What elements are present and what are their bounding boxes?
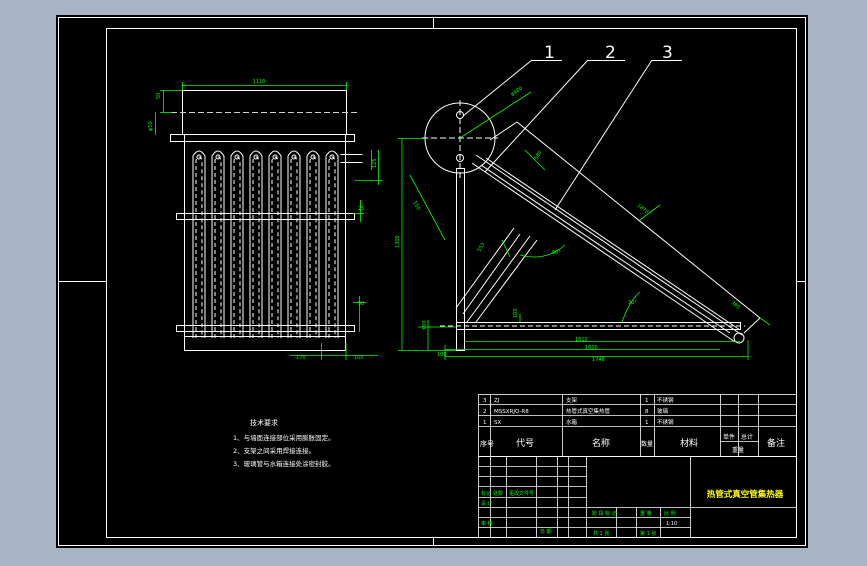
bom-header-total: 总计 bbox=[741, 433, 753, 441]
dim-right-c: 50 bbox=[358, 301, 364, 307]
dim-bottom-b: 100 bbox=[354, 355, 364, 361]
drawing-title: 热管式真空管集热器 bbox=[707, 489, 784, 500]
bom-cell-qty: 8 bbox=[645, 409, 649, 415]
bom-cell-qty: 1 bbox=[645, 398, 649, 404]
tb-change-doc: 更改文件号 bbox=[509, 490, 534, 497]
tb-stage: 阶 段 标 记 bbox=[592, 510, 617, 517]
bom-cell-no: 2 bbox=[483, 409, 487, 415]
tech-notes-title: 技术要求 bbox=[250, 418, 278, 427]
tb-sheet-total: 共 1 张 bbox=[593, 530, 609, 537]
bom-header-weight: 重量 bbox=[732, 446, 744, 454]
callout-1: 1 bbox=[544, 43, 555, 63]
bom-cell-no: 1 bbox=[483, 420, 487, 426]
dim-right-b: 25 bbox=[358, 206, 364, 212]
dim-left-b: φ50 bbox=[148, 121, 154, 131]
tb-design: 设 计 bbox=[481, 500, 493, 507]
bom-cell-name: 水箱 bbox=[566, 418, 578, 426]
tb-review: 审 核 bbox=[481, 520, 493, 527]
dim-base-outer: 1748 bbox=[592, 357, 605, 363]
bom-header-qty: 数量 bbox=[641, 440, 653, 448]
dim-bottom-a: 170 bbox=[296, 355, 306, 361]
bom-cell-code: ZJ bbox=[494, 398, 500, 404]
tb-sheet-no: 第 1 张 bbox=[640, 530, 656, 537]
bom-cell-no: 3 bbox=[483, 398, 487, 404]
dim-left-a: 50 bbox=[156, 93, 162, 99]
dim-angle-b: 30° bbox=[628, 300, 637, 306]
tech-note-1: 1、与墙面连接部位采用膨胀固定。 bbox=[233, 433, 335, 442]
bom-header-name: 名称 bbox=[592, 437, 610, 449]
tb-scale-value: 1:10 bbox=[666, 521, 677, 527]
cad-viewport[interactable]: 1110 50 φ50 125 25 50 170 100 φ480 580 1… bbox=[0, 0, 867, 562]
dim-small: 100 bbox=[422, 320, 428, 330]
cad-drawing: 1110 50 φ50 125 25 50 170 100 φ480 580 1… bbox=[56, 15, 808, 548]
bom-header-no: 序号 bbox=[480, 439, 494, 448]
tb-count: 处数 bbox=[493, 490, 503, 497]
dim-right-a: 125 bbox=[372, 158, 378, 168]
bom-cell-material: 不锈钢 bbox=[657, 418, 674, 426]
bom-cell-name: 支架 bbox=[566, 396, 578, 404]
bom-cell-code: MSSXRJQ-R8 bbox=[494, 409, 529, 415]
dim-base-inner: 1612 bbox=[575, 337, 588, 343]
dim-overall-width: 1110 bbox=[253, 79, 266, 85]
bom-cell-material: 玻璃 bbox=[657, 407, 669, 415]
bom-header-remark: 备注 bbox=[767, 437, 785, 449]
dim-mark: 100 bbox=[513, 308, 519, 318]
callout-2: 2 bbox=[605, 43, 616, 63]
bom-header-code: 代号 bbox=[516, 438, 534, 449]
bom-cell-material: 不锈钢 bbox=[657, 396, 674, 404]
tb-date: 日 期 bbox=[540, 529, 552, 535]
dim-height: 1300 bbox=[395, 235, 401, 248]
callout-3: 3 bbox=[662, 43, 673, 63]
dim-angle-a: 90° bbox=[552, 250, 561, 256]
tb-scale: 比 例 bbox=[664, 510, 676, 517]
tech-note-2: 2、支架之间采用焊接连接。 bbox=[233, 446, 315, 455]
bom-header-single: 单件 bbox=[723, 433, 735, 441]
dim-base-mid: 1600 bbox=[585, 345, 598, 351]
bom-cell-code: SX bbox=[494, 420, 501, 426]
tech-note-3: 3、玻璃管与水箱连接处涂密封胶。 bbox=[233, 459, 335, 468]
drawing-sheet bbox=[56, 15, 808, 548]
tb-mark: 标记 bbox=[481, 490, 491, 497]
dim-small-bottom: 100 bbox=[437, 352, 447, 358]
bom-header-material: 材料 bbox=[680, 437, 698, 449]
bom-cell-name: 热管式真空集热管 bbox=[566, 407, 611, 415]
tb-weight: 重 量 bbox=[640, 510, 652, 517]
bom-cell-qty: 1 bbox=[645, 420, 649, 426]
